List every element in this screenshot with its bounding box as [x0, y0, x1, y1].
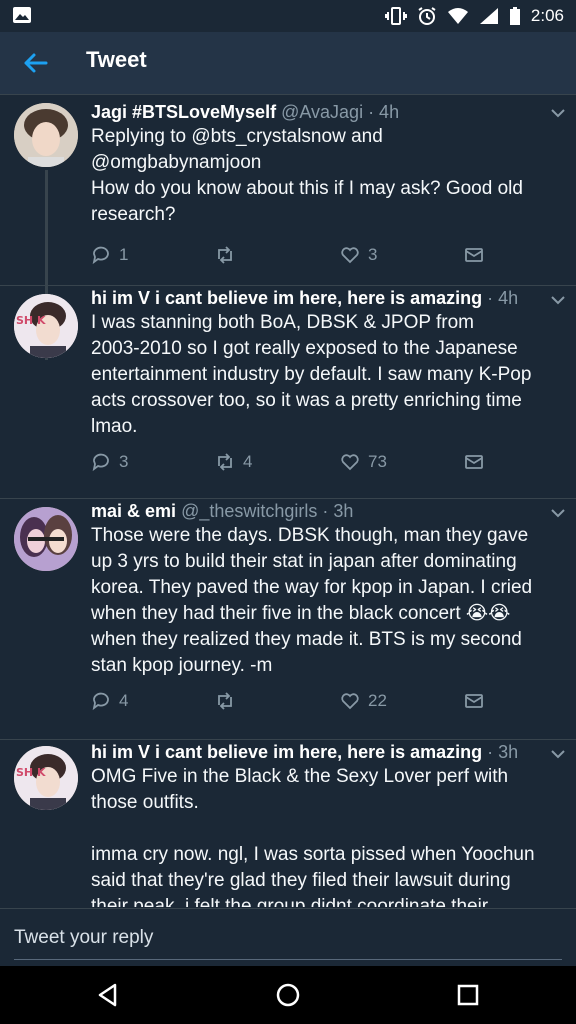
tweet-line: said that they're glad they filed their …	[91, 870, 511, 891]
tweet-line: Those were the days. DBSK though, man th…	[91, 525, 529, 546]
tweet-line: up 3 yrs to build their stat in japan af…	[91, 551, 517, 572]
tweet[interactable]: SH K hi im V i cant believe im here, her…	[0, 286, 576, 498]
tweet-line: I was stanning both BoA, DBSK & JPOP fro…	[91, 312, 474, 333]
svg-text:SH K: SH K	[16, 314, 46, 327]
app-header: Tweet	[0, 32, 576, 95]
reply-input-underline	[14, 959, 562, 960]
like-count: 73	[368, 452, 387, 471]
home-circle-icon[interactable]	[273, 980, 303, 1010]
tweet-line: 2003-2010 so I got really exposed to the…	[91, 338, 518, 359]
envelope-icon	[465, 455, 483, 469]
retweet-button[interactable]	[215, 691, 235, 711]
heart-icon	[341, 693, 359, 710]
recents-square-icon[interactable]	[453, 980, 483, 1010]
heart-icon	[341, 454, 359, 471]
tweet-line: those outfits.	[91, 792, 199, 813]
tweet-line: OMG Five in the Black & the Sexy Lover p…	[91, 766, 509, 787]
chevron-down-icon[interactable]	[550, 292, 566, 308]
handle-time: · 3h	[487, 742, 519, 762]
envelope-icon	[465, 248, 483, 262]
status-bar: 2:06	[0, 0, 576, 32]
reply-input[interactable]: Tweet your reply	[14, 927, 153, 949]
tweet-text: Those were the days. DBSK though, man th…	[91, 523, 554, 679]
display-name[interactable]: Jagi #BTSLoveMyself	[91, 102, 276, 122]
tweet-text: I was stanning both BoA, DBSK & JPOP fro…	[91, 310, 554, 440]
chevron-down-icon[interactable]	[550, 505, 566, 521]
tweet-line: their peak. i felt the group didnt coord…	[91, 896, 489, 907]
dm-button[interactable]	[464, 245, 484, 265]
replying-to-2[interactable]: @omgbabynamjoon	[91, 150, 554, 176]
handle-time: @_theswitchgirls · 3h	[181, 501, 354, 521]
reply-button[interactable]: 3	[91, 452, 128, 472]
like-count: 22	[368, 691, 387, 710]
avatar[interactable]: SH K	[14, 294, 78, 358]
reply-icon	[92, 692, 109, 711]
chevron-down-icon[interactable]	[550, 105, 566, 121]
display-name[interactable]: mai & emi	[91, 501, 176, 521]
retweet-icon	[218, 246, 232, 264]
like-button[interactable]: 73	[340, 452, 387, 472]
tweet-text: How do you know about this if I may ask?…	[91, 176, 554, 228]
handle-time: · 4h	[487, 288, 519, 308]
tweet-text: OMG Five in the Black & the Sexy Lover p…	[91, 764, 554, 907]
avatar[interactable]	[14, 507, 78, 571]
heart-icon	[341, 247, 359, 264]
back-arrow-icon[interactable]	[20, 48, 50, 78]
wifi-icon	[447, 8, 468, 24]
battery-icon	[509, 7, 520, 25]
image-notification-icon	[12, 6, 32, 29]
display-name[interactable]: hi im V i cant believe im here, here is …	[91, 742, 482, 762]
tweet-line: korea. They paved the way for kpop in Ja…	[91, 577, 533, 598]
tweet[interactable]: mai & emi @_theswitchgirls · 3h Those we…	[0, 499, 576, 739]
tweet-line: entertainment industry by default. I saw…	[91, 364, 532, 385]
svg-text:SH K: SH K	[16, 766, 46, 779]
tweet-line: acts crossover too, so it was a pretty e…	[91, 390, 522, 411]
reply-icon	[92, 246, 109, 265]
chevron-down-icon[interactable]	[550, 746, 566, 762]
retweet-button[interactable]	[215, 245, 235, 265]
reply-button[interactable]: 1	[91, 245, 128, 265]
tweet-line: How do you know about this if I may ask?…	[91, 178, 523, 199]
system-nav-bar	[0, 966, 576, 1024]
reply-composer[interactable]: Tweet your reply	[0, 908, 576, 967]
tweet-line: when they realized they made it. BTS is …	[91, 629, 522, 650]
handle-time: @AvaJagi · 4h	[281, 102, 400, 122]
dm-button[interactable]	[464, 691, 484, 711]
reply-icon	[92, 453, 109, 472]
like-count: 3	[368, 245, 378, 264]
reply-button[interactable]: 4	[91, 691, 128, 711]
replying-to[interactable]: Replying to @bts_crystalsnow and	[91, 124, 554, 150]
retweet-button[interactable]: 4	[215, 452, 252, 472]
reply-count: 1	[119, 245, 129, 264]
avatar[interactable]: SH K	[14, 746, 78, 810]
tweet-thread[interactable]: Jagi #BTSLoveMyself @AvaJagi · 4h Replyi…	[0, 95, 576, 907]
reply-count: 3	[119, 452, 129, 471]
envelope-icon	[465, 694, 483, 708]
reply-count: 4	[119, 691, 129, 710]
like-button[interactable]: 3	[340, 245, 377, 265]
vibrate-icon	[384, 7, 407, 25]
tweet-line: imma cry now. ngl, I was sorta pissed wh…	[91, 844, 535, 865]
back-triangle-icon[interactable]	[93, 980, 123, 1010]
avatar[interactable]	[14, 103, 78, 167]
tweet-line: research?	[91, 204, 176, 225]
tweet[interactable]: SH K hi im V i cant believe im here, her…	[0, 740, 576, 907]
tweet-line: lmao.	[91, 416, 138, 437]
tweet[interactable]: Jagi #BTSLoveMyself @AvaJagi · 4h Replyi…	[0, 95, 576, 285]
tweet-line: stan kpop journey. -m	[91, 655, 273, 676]
tweet-line: when they had their five in the black co…	[91, 603, 511, 624]
like-button[interactable]: 22	[340, 691, 387, 711]
retweet-count: 4	[243, 452, 253, 471]
status-time: 2:06	[530, 6, 564, 25]
retweet-icon	[218, 692, 232, 710]
tweet-line	[91, 816, 554, 842]
alarm-icon	[418, 7, 436, 25]
signal-icon	[479, 8, 498, 24]
page-title: Tweet	[86, 47, 147, 72]
retweet-icon	[218, 453, 232, 471]
dm-button[interactable]	[464, 452, 484, 472]
display-name[interactable]: hi im V i cant believe im here, here is …	[91, 288, 482, 308]
